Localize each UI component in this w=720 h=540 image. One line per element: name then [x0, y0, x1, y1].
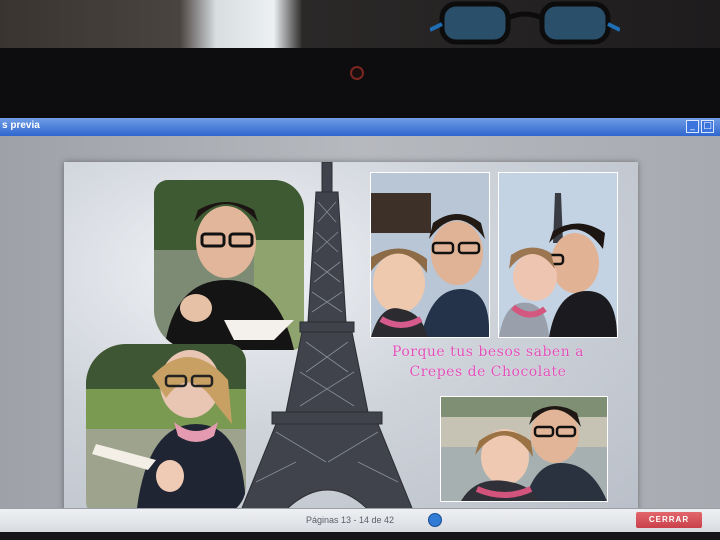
window-title: s previa — [2, 120, 40, 131]
pagination-bar: Páginas 13 - 14 de 42 CERRAR — [0, 508, 720, 533]
collage-page: Porque tus besos saben a Crepes de Choco… — [64, 162, 638, 518]
title-bar[interactable]: s previa _ □ — [0, 118, 720, 136]
photo-couple-kiss — [498, 172, 618, 338]
mouse-cursor-icon — [428, 513, 442, 527]
close-button[interactable]: CERRAR — [636, 512, 702, 528]
preview-window: s previa _ □ Porque tus besos saben a Cr… — [0, 118, 720, 540]
photo-couple-river — [440, 396, 608, 502]
caption-line-1: Porque tus besos saben a — [391, 344, 585, 360]
maximize-icon[interactable]: □ — [701, 120, 714, 133]
preview-area: Porque tus besos saben a Crepes de Choco… — [0, 136, 720, 518]
collage-caption: Porque tus besos saben a Crepes de Choco… — [350, 342, 626, 382]
caption-line-2: Crepes de Chocolate — [409, 364, 567, 380]
webcam-icon — [350, 66, 364, 80]
page-indicator: Páginas 13 - 14 de 42 — [306, 515, 395, 525]
photo-couple-selfie — [370, 172, 490, 338]
minimize-icon[interactable]: _ — [686, 120, 699, 133]
eyeglasses-object — [430, 1, 620, 45]
laptop-bezel — [0, 48, 720, 120]
photo-woman-eating — [86, 344, 246, 516]
laptop-bezel-bottom — [0, 532, 720, 540]
